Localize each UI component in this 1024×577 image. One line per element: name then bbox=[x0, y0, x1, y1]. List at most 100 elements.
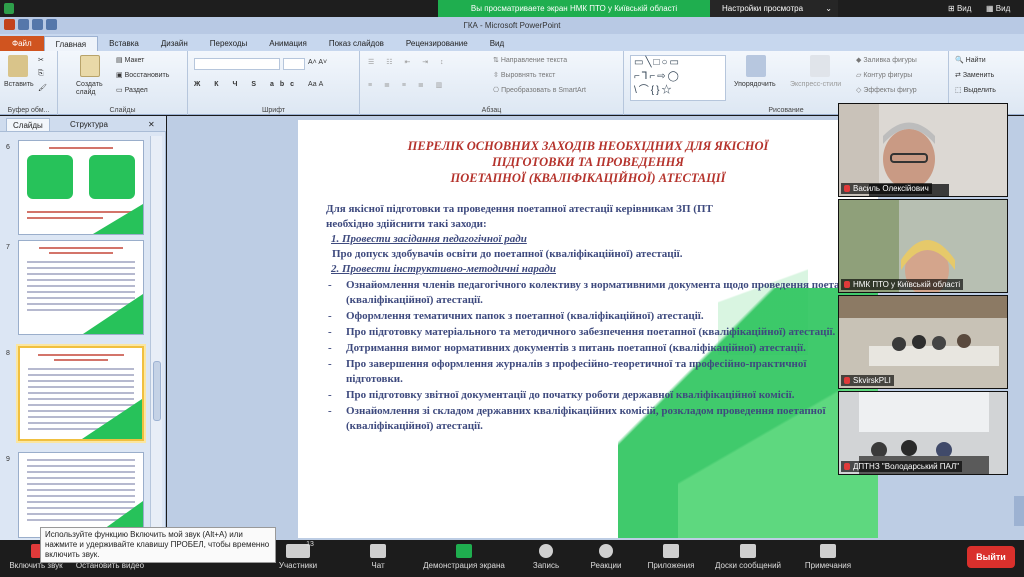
leave-button[interactable]: Выйти bbox=[967, 546, 1015, 568]
slide-title: ПЕРЕЛІК ОСНОВНИХ ЗАХОДІВ НЕОБХІДНИХ ДЛЯ … bbox=[328, 138, 848, 186]
thumb-number: 7 bbox=[6, 244, 10, 251]
tab-slides[interactable]: Слайды bbox=[6, 118, 50, 131]
slide-item-text: Про допуск здобувачів освіти до поетапно… bbox=[332, 248, 683, 260]
grow-font-icon[interactable]: A˄ A˅ bbox=[308, 59, 327, 66]
video-tile[interactable]: SkvirskPLI bbox=[838, 295, 1008, 389]
current-slide[interactable]: ПЕРЕЛІК ОСНОВНИХ ЗАХОДІВ НЕОБХІДНИХ ДЛЯ … bbox=[298, 120, 878, 538]
view-button[interactable]: ⊞ Вид bbox=[948, 2, 971, 15]
apps-button[interactable]: Приложения bbox=[636, 542, 706, 575]
tab-transitions[interactable]: Переходы bbox=[199, 36, 259, 51]
view-button-2[interactable]: ▦ Вид bbox=[986, 2, 1010, 15]
replace-button[interactable]: ⇄ Заменить bbox=[955, 71, 994, 79]
thumb-number: 6 bbox=[6, 144, 10, 151]
slide-title-line: ПЕРЕЛІК ОСНОВНИХ ЗАХОДІВ НЕОБХІДНИХ ДЛЯ … bbox=[407, 139, 769, 153]
record-button[interactable]: Запись bbox=[514, 542, 578, 575]
copy-icon[interactable]: ⎘ bbox=[38, 70, 44, 78]
thumb-number: 8 bbox=[6, 350, 10, 357]
align-text-label: Выровнять текст bbox=[500, 72, 556, 79]
slide-thumbnail-9[interactable] bbox=[18, 452, 144, 538]
shape-fill-button[interactable]: ◆ Заливка фигуры bbox=[856, 56, 917, 64]
slide-bullet-text: Ознайомлення членів педагогічного колект… bbox=[346, 279, 861, 306]
share-screen-button[interactable]: Демонстрация экрана bbox=[414, 542, 514, 575]
slide-thumbnail-8[interactable] bbox=[18, 346, 144, 441]
shape-effects-label: Эффекты фигур bbox=[863, 87, 917, 94]
smartart-icon: ⎔ bbox=[493, 87, 502, 94]
ppt-logo-icon bbox=[4, 19, 15, 30]
convert-smartart-label: Преобразовать в SmartArt bbox=[501, 87, 586, 94]
slide-body: Для якісної підготовки та проведення пое… bbox=[326, 202, 866, 434]
view-label-2: Вид bbox=[995, 4, 1011, 13]
convert-smartart-button[interactable]: ⎔ Преобразовать в SmartArt bbox=[493, 86, 586, 94]
slide-title-line: ПІДГОТОВКИ ТА ПРОВЕДЕННЯ bbox=[491, 155, 684, 169]
video-tile[interactable]: НМК ПТО у Київській області bbox=[838, 199, 1008, 293]
notes-button[interactable]: Примечания bbox=[796, 542, 860, 575]
arrange-icon[interactable] bbox=[746, 55, 766, 77]
quick-styles-icon[interactable] bbox=[810, 55, 830, 77]
reset-button[interactable]: ▣ Восстановить bbox=[116, 71, 169, 79]
tab-animation[interactable]: Анимация bbox=[258, 36, 318, 51]
font-format-buttons[interactable]: Ж К Ч S abc bbox=[194, 81, 300, 88]
new-slide-icon[interactable] bbox=[80, 55, 100, 77]
font-color-icon[interactable]: Аа A bbox=[308, 81, 323, 88]
save-icon[interactable] bbox=[18, 19, 29, 30]
tab-home[interactable]: Главная bbox=[43, 36, 99, 51]
shapes-gallery[interactable]: ▭╲□○▭ ⌐⅂⌐⇨◯ \⌒{}☆ bbox=[630, 55, 726, 101]
reactions-button[interactable]: Реакции bbox=[574, 542, 638, 575]
participant-videos: Василь Олексійович НМК ПТО у Київській о… bbox=[838, 103, 1008, 475]
pane-tabs: Слайды Структура ✕ bbox=[0, 116, 166, 132]
align-buttons[interactable]: ≡ ≣ ≡ ≣ ▥ bbox=[368, 81, 447, 89]
select-label: Выделить bbox=[963, 87, 996, 94]
paste-icon[interactable] bbox=[8, 55, 28, 77]
tab-file[interactable]: Файл bbox=[0, 36, 44, 51]
scrollbar-thumb[interactable] bbox=[153, 361, 161, 421]
video-tile[interactable]: Василь Олексійович bbox=[838, 103, 1008, 197]
tab-outline[interactable]: Структура bbox=[64, 118, 114, 131]
shape-effects-button[interactable]: ◇ Эффекты фигур bbox=[856, 86, 917, 94]
slide-bullet: - Ознайомлення членів педагогічного колек… bbox=[326, 278, 866, 308]
editor-scrollbar[interactable] bbox=[1014, 496, 1024, 526]
tab-review[interactable]: Рецензирование bbox=[395, 36, 479, 51]
slide-bullet-text: Дотримання вимог нормативних документів … bbox=[346, 342, 806, 354]
undo-icon[interactable] bbox=[32, 19, 43, 30]
text-direction-label: Направление текста bbox=[500, 57, 568, 64]
slide-thumbnail-6[interactable] bbox=[18, 140, 144, 235]
ribbon-tabs: Файл Главная Вставка Дизайн Переходы Ани… bbox=[0, 34, 1024, 51]
chat-button[interactable]: Чат bbox=[346, 542, 410, 575]
slide-bullet: - Про завершення оформлення журналів з пр… bbox=[326, 357, 866, 387]
tab-insert[interactable]: Вставка bbox=[98, 36, 150, 51]
paste-button[interactable]: Вставить bbox=[4, 81, 34, 88]
pane-scrollbar[interactable] bbox=[150, 136, 162, 536]
slide-thumbnail-7[interactable] bbox=[18, 240, 144, 335]
participant-name-label: НМК ПТО у Київській області bbox=[853, 280, 961, 289]
section-button[interactable]: ▭ Раздел bbox=[116, 86, 148, 94]
tab-slideshow[interactable]: Показ слайдов bbox=[318, 36, 395, 51]
align-text-button[interactable]: ⇳ Выровнять текст bbox=[493, 71, 555, 79]
layout-button[interactable]: ▤ Макет bbox=[116, 56, 144, 64]
slide-bullet: - Про підготовку матеріального та методич… bbox=[328, 326, 836, 338]
redo-icon[interactable] bbox=[46, 19, 57, 30]
participant-name: Василь Олексійович bbox=[841, 183, 932, 194]
font-name-select[interactable] bbox=[194, 58, 280, 70]
new-slide-button[interactable]: Создать слайд bbox=[76, 81, 106, 97]
participant-name-label: Василь Олексійович bbox=[853, 184, 929, 193]
cut-icon[interactable]: ✂ bbox=[38, 56, 44, 64]
arrange-button[interactable]: Упорядочить bbox=[734, 81, 776, 88]
tab-design[interactable]: Дизайн bbox=[150, 36, 199, 51]
whiteboard-button[interactable]: Доски сообщений bbox=[706, 542, 790, 575]
list-buttons[interactable]: ☰ ☷ ⇤ ⇥ ↕ bbox=[368, 58, 449, 66]
slide-intro-line: Для якісної підготовки та проведення пое… bbox=[326, 203, 713, 215]
slide-title-line: ПОЕТАПНОЇ (КВАЛІФІКАЦІЙНОЇ) АТЕСТАЦІЇ bbox=[450, 171, 726, 185]
close-icon[interactable]: ✕ bbox=[146, 118, 157, 131]
view-options-button[interactable]: Настройки просмотра ⌄ bbox=[710, 0, 838, 17]
select-button[interactable]: ⬚ Выделить bbox=[955, 86, 996, 94]
quick-styles-button[interactable]: Экспресс-стили bbox=[790, 81, 841, 88]
shape-outline-button[interactable]: ▱ Контур фигуры bbox=[856, 71, 912, 79]
text-direction-button[interactable]: ⇅ Направление текста bbox=[493, 56, 567, 64]
format-painter-icon[interactable]: 🖌 bbox=[38, 84, 47, 92]
tab-view[interactable]: Вид bbox=[479, 36, 515, 51]
font-size-select[interactable] bbox=[283, 58, 305, 70]
video-tile[interactable]: ДПТНЗ "Володарський ПАЛ" bbox=[838, 391, 1008, 475]
replace-icon: ⇄ bbox=[955, 72, 963, 79]
find-button[interactable]: 🔍 Найти bbox=[955, 56, 986, 64]
chevron-down-icon: ⌄ bbox=[825, 4, 832, 13]
